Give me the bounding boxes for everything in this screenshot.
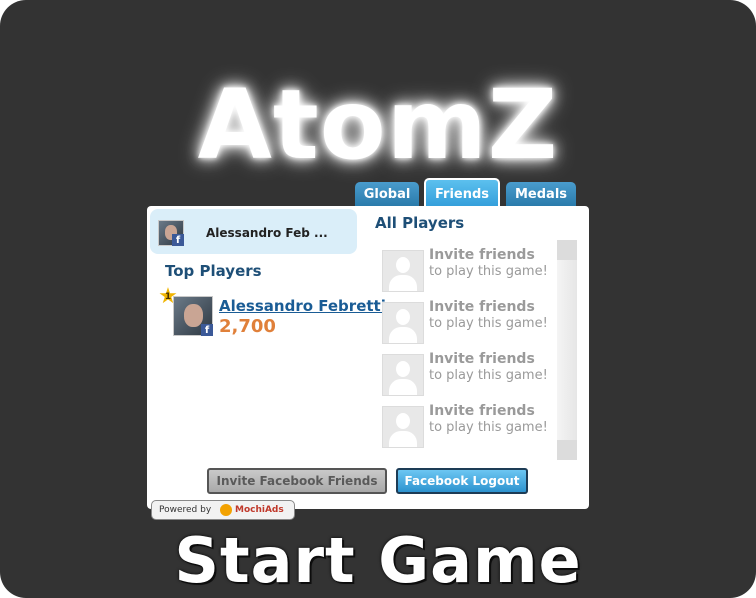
invite-slot[interactable]: Invite friends to play this game! xyxy=(382,247,557,294)
scroll-down-button[interactable] xyxy=(557,440,577,460)
players-scrollbar[interactable] xyxy=(557,240,577,460)
invite-subtitle: to play this game! xyxy=(429,368,548,383)
all-players-heading: All Players xyxy=(375,214,465,232)
default-avatar-icon xyxy=(382,354,424,396)
game-title: AtomZ xyxy=(197,69,559,181)
invite-subtitle: to play this game! xyxy=(429,316,548,331)
invite-slot[interactable]: Invite friends to play this game! xyxy=(382,351,557,398)
invite-title[interactable]: Invite friends xyxy=(429,403,535,419)
invite-facebook-friends-button[interactable]: Invite Facebook Friends xyxy=(207,468,387,494)
top-player-score: 2,700 xyxy=(219,316,276,337)
top-player-name-link[interactable]: Alessandro Febretti xyxy=(219,297,386,315)
powered-by-badge[interactable]: Powered by MochiAds xyxy=(151,500,295,520)
invite-subtitle: to play this game! xyxy=(429,264,548,279)
invite-slot[interactable]: Invite friends to play this game! xyxy=(382,403,557,450)
invite-subtitle: to play this game! xyxy=(429,420,548,435)
facebook-icon: f xyxy=(172,234,184,246)
invite-slot[interactable]: Invite friends to play this game! xyxy=(382,299,557,346)
game-stage: AtomZ Global Friends Medals f Alessandro… xyxy=(0,0,756,598)
facebook-logout-button[interactable]: Facebook Logout xyxy=(396,468,528,494)
leaderboard-panel: f Alessandro Feb ... Top Players ★ 1 f Al… xyxy=(147,206,589,509)
invite-title[interactable]: Invite friends xyxy=(429,351,535,367)
default-avatar-icon xyxy=(382,406,424,448)
powered-by-text: Powered by xyxy=(159,505,212,515)
invite-title[interactable]: Invite friends xyxy=(429,299,535,315)
start-game-button[interactable]: Start Game xyxy=(0,524,756,598)
mochiads-logo-icon xyxy=(220,504,232,516)
top-players-heading: Top Players xyxy=(165,262,262,280)
default-avatar-icon xyxy=(382,250,424,292)
tab-medals[interactable]: Medals xyxy=(506,182,576,208)
current-user-name: Alessandro Feb ... xyxy=(206,226,328,240)
invite-title[interactable]: Invite friends xyxy=(429,247,535,263)
tab-global[interactable]: Global xyxy=(355,182,419,208)
default-avatar-icon xyxy=(382,302,424,344)
user-avatar: f xyxy=(158,220,184,246)
scroll-up-button[interactable] xyxy=(557,240,577,260)
facebook-icon: f xyxy=(201,324,213,336)
scroll-track[interactable] xyxy=(557,260,577,440)
mochiads-brand: MochiAds xyxy=(235,505,284,515)
top-player-avatar: f xyxy=(173,296,213,336)
current-user-card: f Alessandro Feb ... xyxy=(150,209,357,254)
